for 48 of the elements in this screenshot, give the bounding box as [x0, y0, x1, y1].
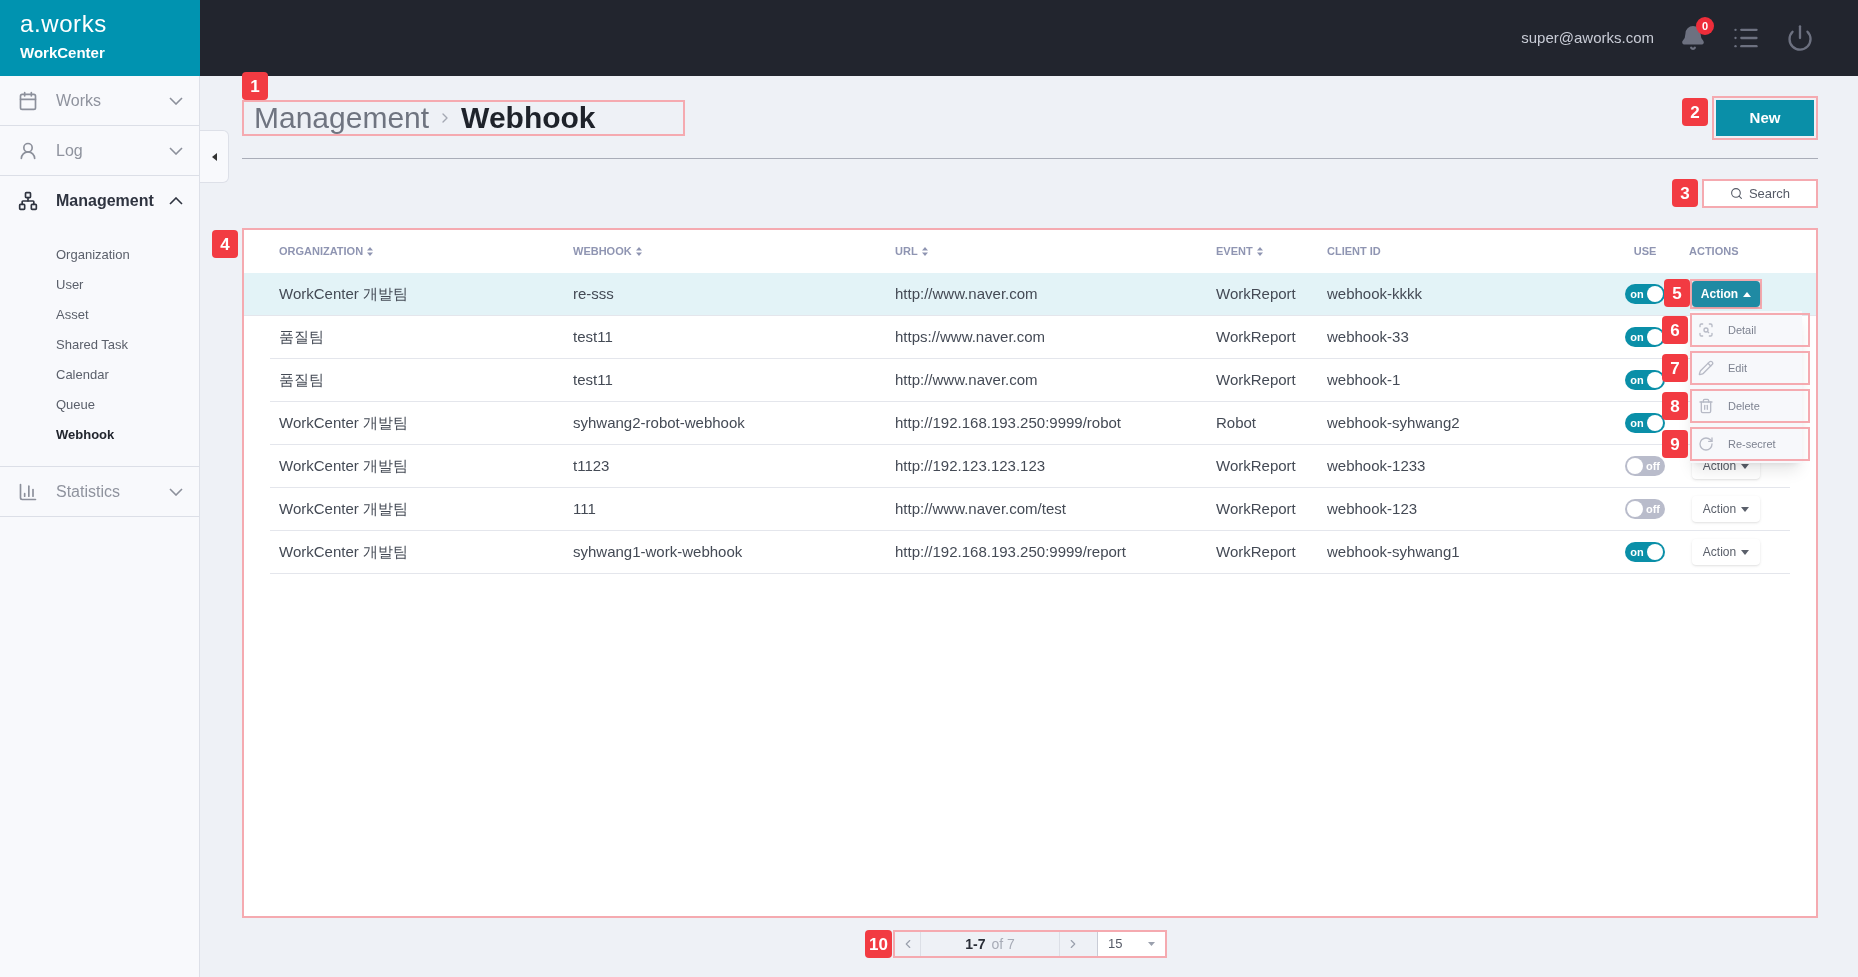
- table-cell-text: WorkCenter 개발팀: [278, 541, 409, 562]
- table-cell-text: webhook-syhwang2: [1326, 412, 1461, 433]
- callout-badge: 5: [1664, 279, 1690, 307]
- breadcrumb-item: Webhook: [461, 103, 596, 133]
- table-cell-text: WorkReport: [1215, 498, 1297, 519]
- table-cell-text: WorkCenter 개발팀: [278, 283, 409, 304]
- table-cell-text: syhwang2-robot-webhook: [572, 412, 746, 433]
- callout-badge: 7: [1662, 354, 1688, 382]
- brand-logo: a.works: [20, 11, 108, 36]
- table-cell-text: webhook-1: [1326, 369, 1402, 390]
- table-cell-text: syhwang1-work-webhook: [572, 541, 744, 562]
- table-cell-text: WorkReport: [1215, 283, 1297, 304]
- table-cell-text: webhook-syhwang1: [1326, 541, 1461, 562]
- table-cell-text: webhook-33: [1326, 326, 1410, 347]
- callout-badge: 10: [865, 930, 892, 958]
- column-header: CLIENT ID: [1326, 244, 1382, 260]
- table-cell-text: https://www.naver.com: [894, 326, 1047, 347]
- table-cell-text: WorkReport: [1215, 369, 1297, 390]
- notification-count: 0: [1696, 17, 1714, 35]
- table-cell-text: http://www.naver.com: [894, 369, 1039, 390]
- table-cell-text: WorkCenter 개발팀: [278, 498, 409, 519]
- callout-badge: 9: [1662, 430, 1688, 458]
- table-cell-text: http://192.168.193.250:9999/report: [894, 541, 1128, 562]
- table-cell-text: http://192.168.193.250:9999/robot: [894, 412, 1123, 433]
- column-header: ACTIONS: [1688, 244, 1740, 260]
- table-cell-text: WorkCenter 개발팀: [278, 412, 409, 433]
- table-cell-text: WorkReport: [1215, 326, 1297, 347]
- table-cell-text: WorkReport: [1215, 541, 1297, 562]
- callout-badge: 1: [242, 72, 268, 100]
- callout-badge: 4: [212, 230, 238, 258]
- column-header: USE: [1632, 244, 1658, 260]
- callout-badge: 8: [1662, 392, 1688, 420]
- table-cell-text: 품질팀: [278, 326, 325, 347]
- page-range: 1-7 of 7: [964, 934, 1016, 954]
- table-cell-text: re-sss: [572, 283, 615, 304]
- callout-badge: 2: [1682, 98, 1708, 126]
- callout-badge: 3: [1672, 179, 1698, 207]
- product-name: WorkCenter: [20, 42, 106, 63]
- table-cell-text: webhook-123: [1326, 498, 1419, 519]
- table-cell-text: webhook-kkkk: [1326, 283, 1424, 304]
- table-cell-text: http://www.naver.com/test: [894, 498, 1067, 519]
- table-cell-text: test11: [572, 326, 614, 347]
- callout-badge: 6: [1662, 316, 1688, 344]
- table-cell-text: test11: [572, 369, 614, 390]
- table-cell-text: 111: [572, 498, 597, 519]
- table-cell-text: http://www.naver.com: [894, 283, 1039, 304]
- table-cell-text: Robot: [1215, 412, 1258, 433]
- table-cell-text: 품질팀: [278, 369, 325, 390]
